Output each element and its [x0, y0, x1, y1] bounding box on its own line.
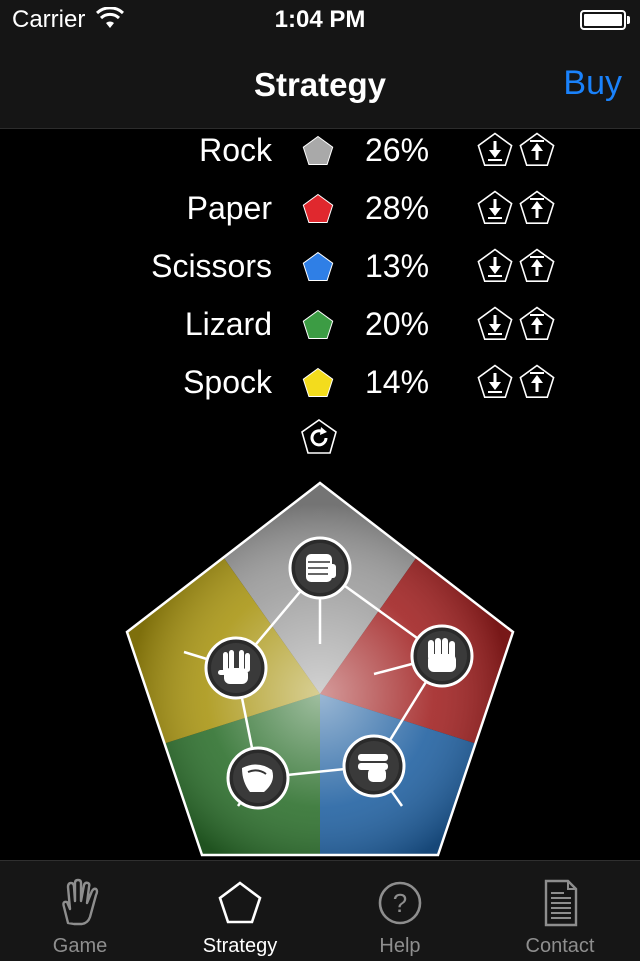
tab-contact-label: Contact	[525, 935, 595, 957]
color-swatch-scissors	[302, 251, 334, 281]
color-swatch-rock	[302, 135, 334, 165]
decrease-spock-icon[interactable]	[476, 363, 514, 401]
navigation-bar: Strategy Buy	[0, 40, 640, 129]
increase-spock-icon[interactable]	[518, 363, 556, 401]
tab-contact[interactable]: Contact	[480, 861, 640, 961]
strategy-label-spock: Spock	[183, 364, 272, 400]
spock-hand-icon	[204, 636, 268, 700]
buy-button[interactable]: Buy	[563, 64, 622, 103]
strategy-percent-scissors: 13%	[365, 248, 430, 284]
decrease-rock-icon[interactable]	[476, 131, 514, 169]
color-swatch-lizard	[302, 309, 334, 339]
question-circle-icon: ?	[378, 881, 422, 925]
strategy-pentagon-diagram	[125, 481, 515, 857]
battery-tip	[627, 16, 630, 24]
tab-game-label: Game	[52, 935, 108, 957]
strategy-row-lizard: Lizard 20%	[0, 302, 640, 360]
color-swatch-spock	[302, 367, 334, 397]
strategy-percent-paper: 28%	[365, 190, 430, 226]
page-title: Strategy	[253, 66, 387, 103]
reset-icon[interactable]	[300, 418, 338, 456]
strategy-label-paper: Paper	[186, 190, 272, 226]
strategy-label-lizard: Lizard	[184, 306, 272, 342]
pentagon-icon	[218, 881, 262, 924]
lizard-hand-icon	[226, 746, 290, 810]
status-bar: Carrier 1:04 PM	[0, 0, 640, 40]
decrease-scissors-icon[interactable]	[476, 247, 514, 285]
svg-text:?: ?	[393, 888, 407, 918]
strategy-row-spock: Spock 14%	[0, 360, 640, 418]
tab-help-label: Help	[379, 935, 421, 957]
tab-help[interactable]: ? Help	[320, 861, 480, 961]
rock-fist-icon	[288, 536, 352, 600]
status-time: 1:04 PM	[274, 6, 366, 33]
color-swatch-paper	[302, 193, 334, 223]
tab-strategy[interactable]: Strategy	[160, 861, 320, 961]
scissors-hand-icon	[342, 734, 406, 798]
strategy-percent-spock: 14%	[365, 364, 430, 400]
strategy-row-paper: Paper 28%	[0, 186, 640, 244]
strategy-row-rock: Rock 26%	[0, 128, 640, 186]
strategy-percent-lizard: 20%	[365, 306, 430, 342]
strategy-label-rock: Rock	[199, 132, 272, 168]
paper-hand-icon	[410, 624, 474, 688]
strategy-row-scissors: Scissors 13%	[0, 244, 640, 302]
decrease-lizard-icon[interactable]	[476, 305, 514, 343]
increase-scissors-icon[interactable]	[518, 247, 556, 285]
tab-strategy-label: Strategy	[202, 935, 278, 957]
spock-hand-icon	[62, 878, 99, 926]
increase-paper-icon[interactable]	[518, 189, 556, 227]
tab-bar: Game Strategy ? Help Contact	[0, 860, 640, 961]
strategy-label-scissors: Scissors	[151, 248, 272, 284]
strategy-percent-rock: 26%	[365, 132, 430, 168]
increase-rock-icon[interactable]	[518, 131, 556, 169]
document-icon	[544, 879, 578, 927]
tab-game[interactable]: Game	[0, 861, 160, 961]
decrease-paper-icon[interactable]	[476, 189, 514, 227]
increase-lizard-icon[interactable]	[518, 305, 556, 343]
battery-icon	[580, 10, 626, 30]
